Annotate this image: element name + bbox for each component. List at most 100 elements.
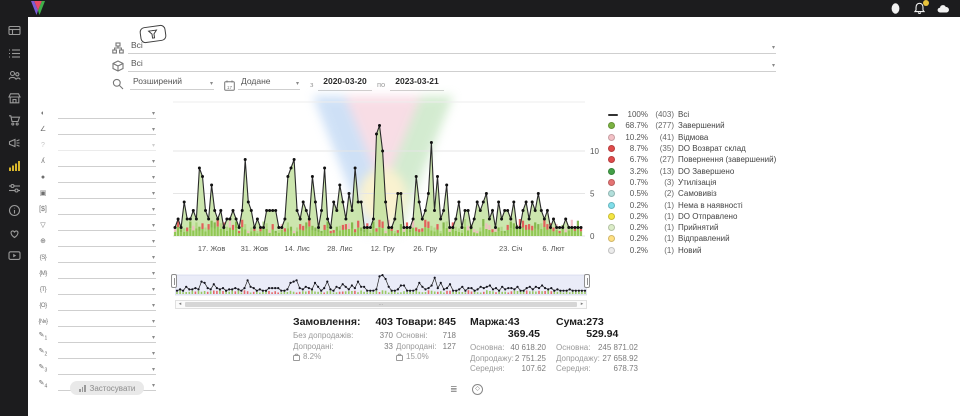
stat-sub-label: Основні: bbox=[396, 331, 428, 342]
avatar-icon[interactable] bbox=[889, 2, 902, 15]
sidebar-item-partners[interactable] bbox=[8, 227, 21, 240]
calendar-day: 17 bbox=[227, 85, 233, 90]
scroll-left-icon[interactable]: ◂ bbox=[176, 301, 184, 308]
category-tree-filter-field[interactable]: ▾ bbox=[58, 154, 156, 167]
date-field-select[interactable]: Додане ▾ bbox=[238, 76, 300, 90]
filter-row-utm-campaign-filter: {№}▾ bbox=[28, 311, 160, 327]
legend-item[interactable]: 100%(403)Всі bbox=[608, 109, 783, 120]
date-from-input[interactable]: 2020-03-20 bbox=[318, 76, 372, 91]
apply-button[interactable]: Застосувати bbox=[70, 381, 144, 395]
legend-count: (403) bbox=[648, 110, 674, 119]
custom-field-1-field[interactable]: ▾ bbox=[58, 330, 156, 343]
utm-term-filter-icon: {T} bbox=[36, 285, 50, 295]
search-icon[interactable] bbox=[112, 77, 124, 89]
legend-item[interactable]: 0.7%(3)Утилізація bbox=[608, 177, 783, 188]
legend-label: Прийнятий bbox=[678, 223, 719, 232]
orders-line-chart[interactable]: 17. Жов31. Жов14. Лис28. Лис12. Гру26. Г… bbox=[173, 96, 603, 260]
navigator-left-handle[interactable] bbox=[171, 274, 177, 288]
utm-campaign-filter-field[interactable]: ▾ bbox=[58, 314, 156, 327]
custom-field-3-field[interactable]: ▾ bbox=[58, 362, 156, 375]
scroll-right-icon[interactable]: ▸ bbox=[578, 301, 586, 308]
sidebar-item-marketing[interactable] bbox=[8, 137, 21, 150]
utm-content-filter-field[interactable]: ▾ bbox=[58, 298, 156, 311]
legend-item[interactable]: 8.7%(35)DO Возврат склад bbox=[608, 143, 783, 154]
legend-marker-icon bbox=[608, 213, 615, 220]
chevron-down-icon: ▾ bbox=[772, 63, 775, 69]
cloud-icon[interactable] bbox=[937, 2, 950, 15]
funnel-filter-field[interactable]: ▾ bbox=[58, 218, 156, 231]
legend-label: Утилізація bbox=[678, 178, 716, 187]
chevron-down-icon: ▾ bbox=[152, 255, 155, 261]
legend-label: Всі bbox=[678, 110, 689, 119]
legend-percent: 8.7% bbox=[620, 144, 648, 153]
legend-item[interactable]: 0.5%(2)Самовивіз bbox=[608, 188, 783, 199]
legend-item[interactable]: 0.2%(1)Прийнятий bbox=[608, 222, 783, 233]
utm-medium-filter-field[interactable]: ▾ bbox=[58, 266, 156, 279]
legend-item[interactable]: 68.7%(277)Завершений bbox=[608, 120, 783, 131]
date-to-input[interactable]: 2023-03-21 bbox=[390, 76, 444, 91]
scrollbar-thumb[interactable]: ⋯ bbox=[185, 302, 577, 307]
help-filter-field[interactable]: ▾ bbox=[58, 138, 156, 151]
level-filter-field[interactable]: ▾ bbox=[58, 122, 156, 135]
product-filter-value: Всі bbox=[131, 58, 143, 68]
manager-filter-field[interactable]: ▾ bbox=[58, 170, 156, 183]
status-filter-value: Всі bbox=[131, 40, 143, 50]
geo-filter-field[interactable]: ▾ bbox=[58, 234, 156, 247]
world-filter-field[interactable]: ▾ bbox=[58, 106, 156, 119]
navigator-right-handle[interactable] bbox=[584, 274, 590, 288]
sidebar-item-dashboard[interactable] bbox=[8, 24, 21, 37]
legend-item[interactable]: 6.7%(27)Повернення (завершений) bbox=[608, 154, 783, 165]
help-filter-icon: ? bbox=[36, 141, 50, 151]
bell-icon[interactable] bbox=[913, 2, 926, 15]
svg-text:5: 5 bbox=[590, 190, 595, 199]
summary-list-icon[interactable]: ≣ bbox=[450, 384, 458, 395]
custom-field-2-field[interactable]: ▾ bbox=[58, 346, 156, 359]
legend-count: (1) bbox=[648, 201, 674, 210]
legend-count: (13) bbox=[648, 167, 674, 176]
payment-filter-field[interactable]: ▾ bbox=[58, 202, 156, 215]
sidebar-item-video-tutorials[interactable] bbox=[8, 249, 21, 262]
chevron-down-icon: ▾ bbox=[152, 383, 155, 389]
sidebar-item-store[interactable] bbox=[8, 92, 21, 105]
legend-item[interactable]: 10.2%(41)Відмова bbox=[608, 132, 783, 143]
stat-value: 845 bbox=[438, 316, 456, 328]
sidebar-item-clients[interactable] bbox=[8, 69, 21, 82]
product-filter-icon: ▣ bbox=[36, 189, 50, 199]
chart-navigator[interactable] bbox=[175, 271, 587, 297]
status-filter-field[interactable]: Всі ▾ bbox=[128, 40, 776, 54]
thumb-grip-icon: ⋯ bbox=[379, 302, 384, 308]
product-filter-field[interactable]: Всі ▾ bbox=[128, 58, 776, 72]
legend-label: DO Отправлено bbox=[678, 212, 737, 221]
product-filter-field[interactable]: ▾ bbox=[58, 186, 156, 199]
legend-item[interactable]: 0.2%(1)Нема в наявності bbox=[608, 199, 783, 210]
svg-text:10: 10 bbox=[590, 147, 599, 156]
search-mode-select[interactable]: Розширений ▾ bbox=[130, 76, 214, 90]
sidebar-item-integrations[interactable] bbox=[8, 182, 21, 195]
chart-scrollbar[interactable]: ◂ ⋯ ▸ bbox=[175, 300, 587, 309]
filter-row-manager-filter: ●▾ bbox=[28, 167, 160, 183]
payment-filter-icon: [$] bbox=[36, 205, 50, 215]
custom-field-1-icon: ✎1 bbox=[36, 331, 50, 343]
sidebar-item-orders[interactable] bbox=[8, 47, 21, 60]
stat-column: Сума:273 529.94Основна:245 871.02Допрода… bbox=[556, 316, 638, 375]
top-bar bbox=[0, 0, 960, 17]
chevron-down-icon: ▾ bbox=[152, 319, 155, 325]
chevron-down-icon: ▾ bbox=[152, 207, 155, 213]
legend-percent: 0.2% bbox=[620, 246, 648, 255]
stat-title: Маржа: bbox=[470, 316, 508, 340]
products-cube-icon[interactable]: ◇ bbox=[472, 384, 483, 395]
utm-source-filter-field[interactable]: ▾ bbox=[58, 250, 156, 263]
legend-percent: 3.2% bbox=[620, 167, 648, 176]
utm-term-filter-field[interactable]: ▾ bbox=[58, 282, 156, 295]
marketing-icon bbox=[8, 137, 21, 150]
legend-item[interactable]: 0.2%(1)DO Отправлено bbox=[608, 211, 783, 222]
sidebar-item-info[interactable] bbox=[8, 204, 21, 217]
sidebar-item-purchases[interactable] bbox=[8, 114, 21, 127]
sidebar-item-statistics[interactable] bbox=[8, 159, 21, 172]
legend-item[interactable]: 3.2%(13)DO Завершено bbox=[608, 165, 783, 176]
legend-item[interactable]: 0.2%(1)Новий bbox=[608, 245, 783, 256]
chevron-down-icon: ▾ bbox=[152, 351, 155, 357]
legend-label: Завершений bbox=[678, 121, 725, 130]
legend-percent: 0.2% bbox=[620, 201, 648, 210]
legend-item[interactable]: 0.2%(1)Відправлений bbox=[608, 233, 783, 244]
